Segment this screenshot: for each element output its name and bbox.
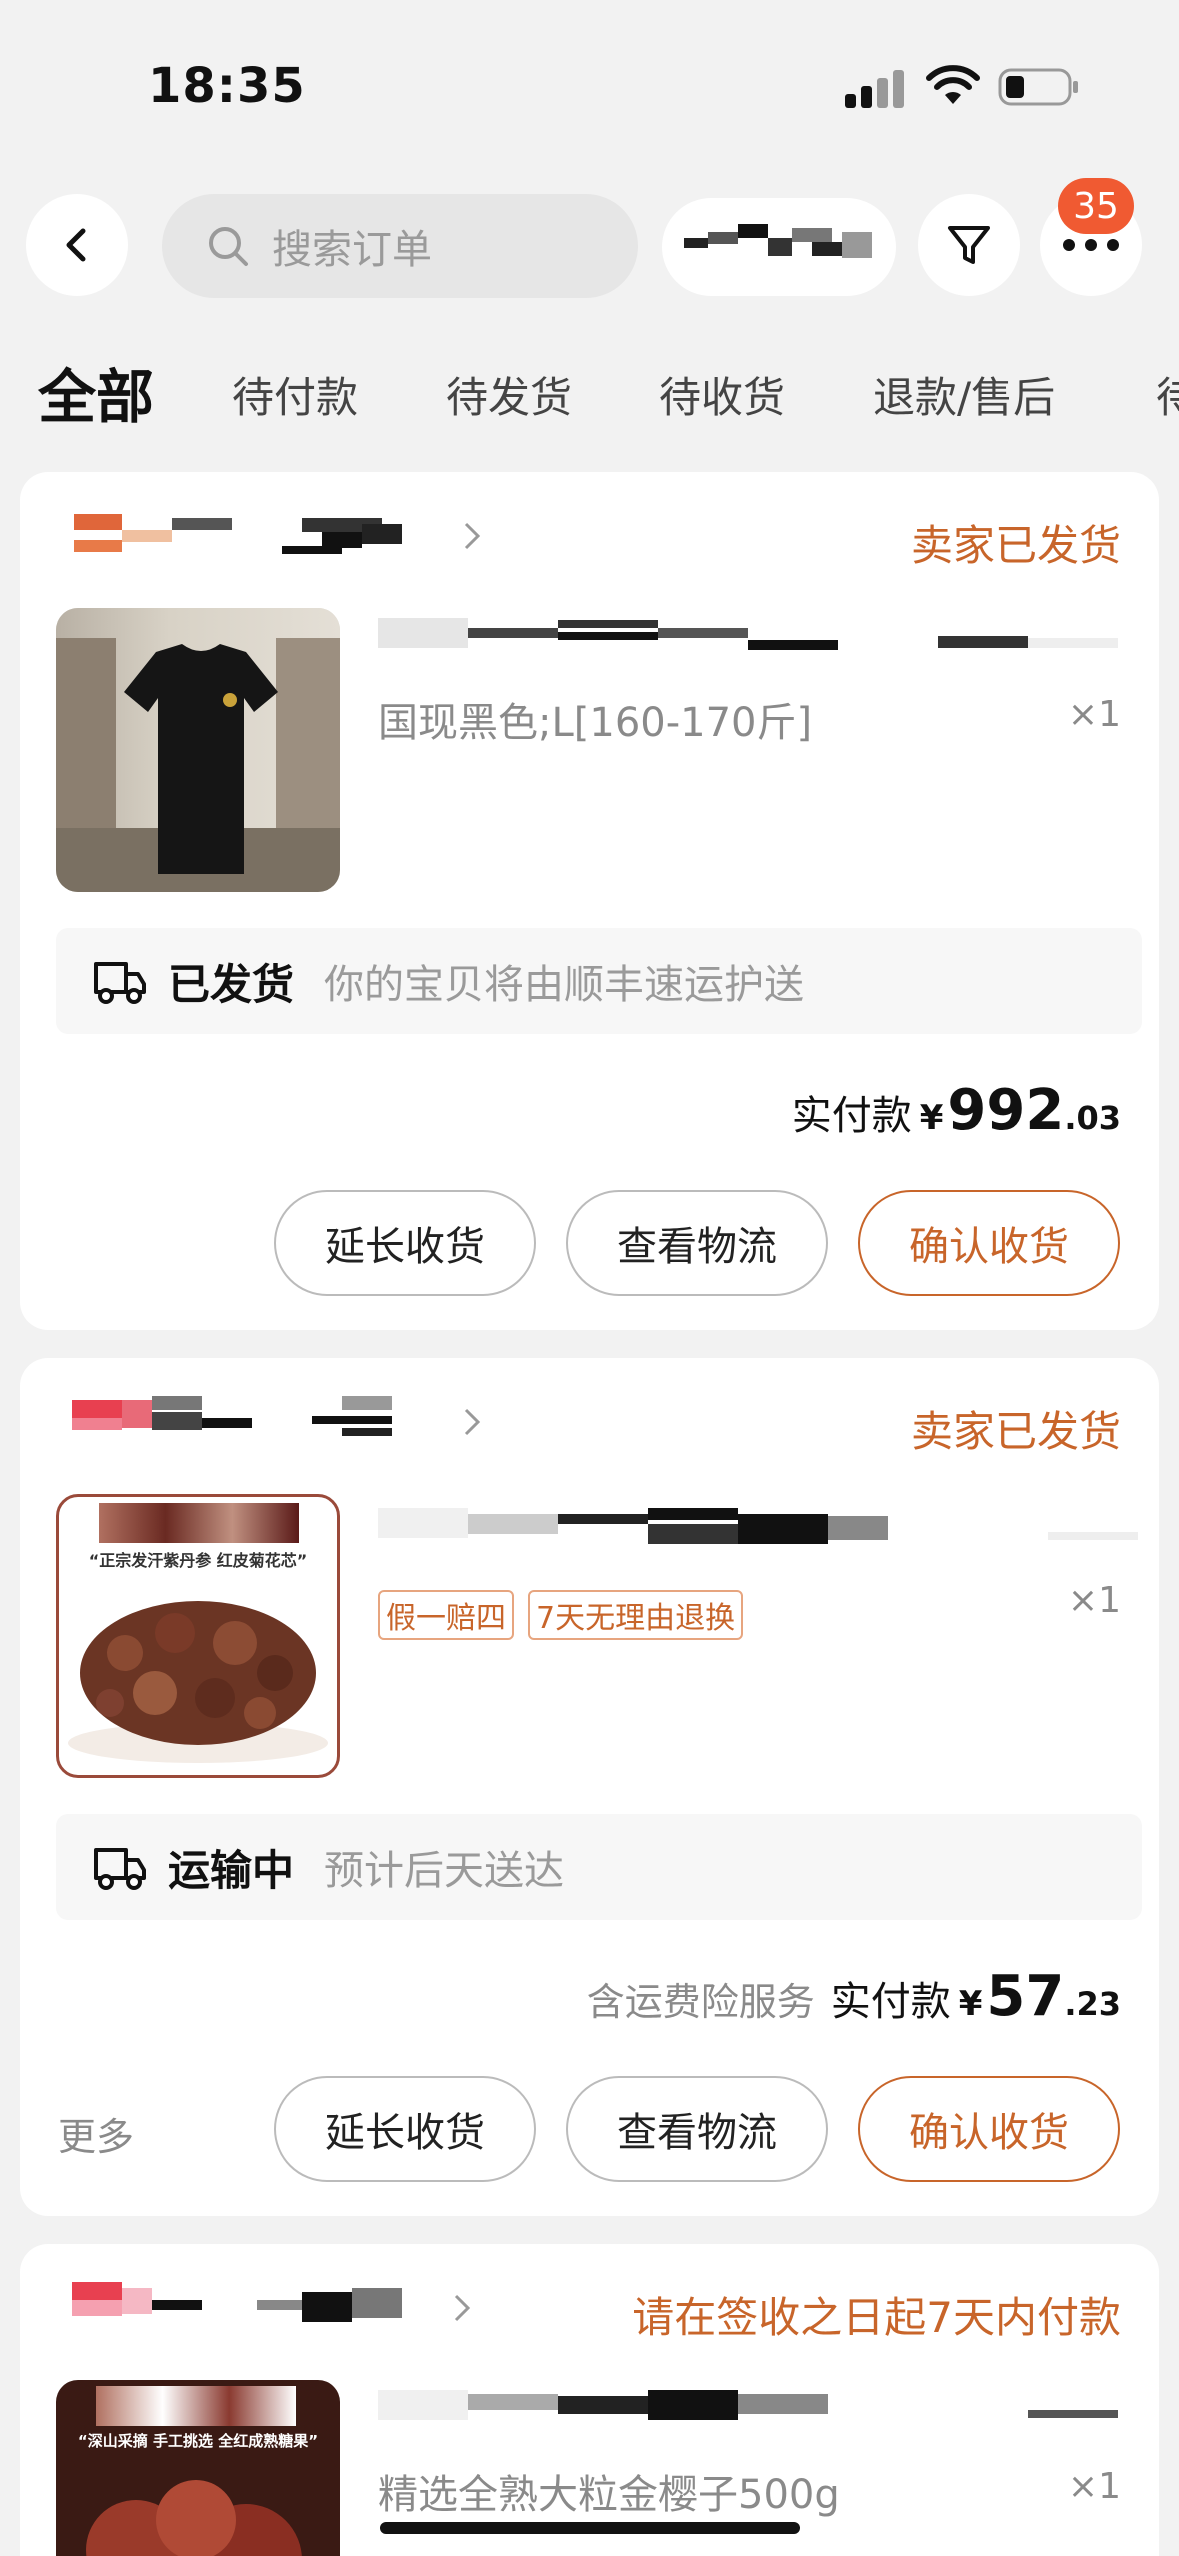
service-tag: 假一赔四	[378, 1590, 514, 1640]
order-card[interactable]: 卖家已发货 “正宗发汗紫丹参 红皮菊花芯” 假一赔四 7天无理由退换 ×1 运输…	[20, 1358, 1159, 2216]
filter-icon	[948, 226, 990, 264]
search-placeholder: 搜索订单	[272, 227, 432, 273]
product-quantity: ×1	[1067, 694, 1121, 735]
extend-receipt-button[interactable]: 延长收货	[274, 1190, 536, 1296]
battery-icon	[998, 68, 1078, 106]
product-title[interactable]	[378, 618, 1138, 662]
order-card[interactable]: 卖家已发货 国现黑色;L[160-170斤] ×1 已发货 你的宝贝将由顺丰速运…	[20, 472, 1159, 1330]
confirm-receipt-button[interactable]: 确认收货	[858, 2076, 1120, 2182]
paid-label: 实付款	[791, 1093, 912, 1139]
tab-pending-payment[interactable]: 待付款	[232, 364, 358, 425]
delivery-truck-icon	[94, 962, 146, 1004]
notification-badge: 35	[1058, 178, 1134, 234]
thumbnail-caption: “正宗发汗紫丹参 红皮菊花芯”	[88, 1551, 308, 1570]
product-quantity: ×1	[1067, 2466, 1121, 2507]
more-dots-icon	[1063, 239, 1119, 251]
chevron-right-icon	[454, 2294, 471, 2322]
order-search-input[interactable]: 搜索订单	[162, 194, 638, 298]
product-title[interactable]	[378, 1508, 1138, 1552]
product-quantity: ×1	[1067, 1580, 1121, 1621]
paid-amount-integer: 992	[947, 1078, 1065, 1143]
view-logistics-button[interactable]: 查看物流	[566, 2076, 828, 2182]
tab-refund-aftersale[interactable]: 退款/售后	[873, 364, 1055, 425]
search-icon	[209, 227, 248, 266]
confirm-receipt-button[interactable]: 确认收货	[858, 1190, 1120, 1296]
product-image[interactable]: “正宗发汗紫丹参 红皮菊花芯”	[56, 1494, 340, 1778]
shipping-description: 预计后天送达	[324, 1848, 565, 1894]
status-time: 18:35	[148, 58, 306, 114]
order-card[interactable]: 请在签收之日起7天内付款 “深山采摘 手工挑选 全红成熟糖果” 精选全熟大粒金樱…	[20, 2244, 1159, 2556]
shop-name-link[interactable]	[52, 1396, 492, 1452]
paid-amount-decimal: .23	[1064, 1985, 1121, 2023]
product-title[interactable]	[378, 2390, 1138, 2434]
tab-all[interactable]: 全部	[38, 350, 154, 434]
shipping-status-box[interactable]: 运输中 预计后天送达	[56, 1814, 1142, 1920]
product-spec: 精选全熟大粒金樱子500g	[378, 2472, 840, 2518]
order-status: 卖家已发货	[910, 1407, 1121, 1456]
back-button[interactable]	[26, 194, 128, 296]
tshirt-icon	[124, 644, 278, 874]
shipping-label: 运输中	[168, 1845, 295, 1895]
chevron-right-icon	[464, 1408, 481, 1436]
tab-pending-review[interactable]: 待	[1156, 364, 1179, 425]
shipping-insurance-note: 含运费险服务	[586, 1980, 815, 2024]
more-link[interactable]: 更多	[58, 2106, 134, 2161]
product-title-underline	[380, 2522, 800, 2534]
wifi-icon	[926, 65, 980, 104]
product-spec: 国现黑色;L[160-170斤]	[378, 700, 813, 746]
product-image[interactable]	[56, 608, 340, 892]
account-switcher[interactable]	[662, 198, 896, 296]
view-logistics-button[interactable]: 查看物流	[566, 1190, 828, 1296]
shipping-label: 已发货	[168, 959, 295, 1009]
paid-amount-decimal: .03	[1064, 1099, 1121, 1137]
order-tabs: 全部 待付款 待发货 待收货 退款/售后 待	[0, 350, 1179, 440]
payment-summary: 实付款 ¥ 992 .03	[792, 1078, 1121, 1143]
currency-symbol: ¥	[919, 1098, 944, 1138]
chevron-left-icon	[66, 228, 86, 262]
currency-symbol: ¥	[958, 1984, 983, 2024]
cellular-signal-icon	[845, 68, 907, 108]
paid-amount-integer: 57	[986, 1964, 1065, 2029]
extend-receipt-button[interactable]: 延长收货	[274, 2076, 536, 2182]
shop-name-link[interactable]	[52, 510, 492, 566]
shipping-status-box[interactable]: 已发货 你的宝贝将由顺丰速运护送	[56, 928, 1142, 1034]
order-status: 请在签收之日起7天内付款	[632, 2293, 1121, 2342]
service-tags: 假一赔四 7天无理由退换	[378, 1590, 744, 1640]
product-image[interactable]: “深山采摘 手工挑选 全红成熟糖果”	[56, 2380, 340, 2556]
status-bar: 18:35	[0, 0, 1179, 170]
shop-name-link[interactable]	[52, 2282, 492, 2338]
dried-herb-icon	[68, 1601, 328, 1763]
order-status: 卖家已发货	[910, 521, 1121, 570]
rosehip-fruit-icon	[86, 2480, 302, 2556]
paid-label: 实付款	[830, 1979, 951, 2025]
tab-pending-receipt[interactable]: 待收货	[659, 364, 785, 425]
delivery-truck-icon	[94, 1848, 146, 1890]
thumbnail-caption: “深山采摘 手工挑选 全红成熟糖果”	[77, 2432, 319, 2450]
shipping-description: 你的宝贝将由顺丰速运护送	[324, 962, 805, 1008]
filter-button[interactable]	[918, 194, 1020, 296]
chevron-right-icon	[464, 522, 481, 550]
service-tag: 7天无理由退换	[528, 1590, 744, 1640]
tab-pending-shipment[interactable]: 待发货	[446, 364, 572, 425]
payment-summary: 含运费险服务 实付款 ¥ 57 .23	[587, 1964, 1121, 2029]
